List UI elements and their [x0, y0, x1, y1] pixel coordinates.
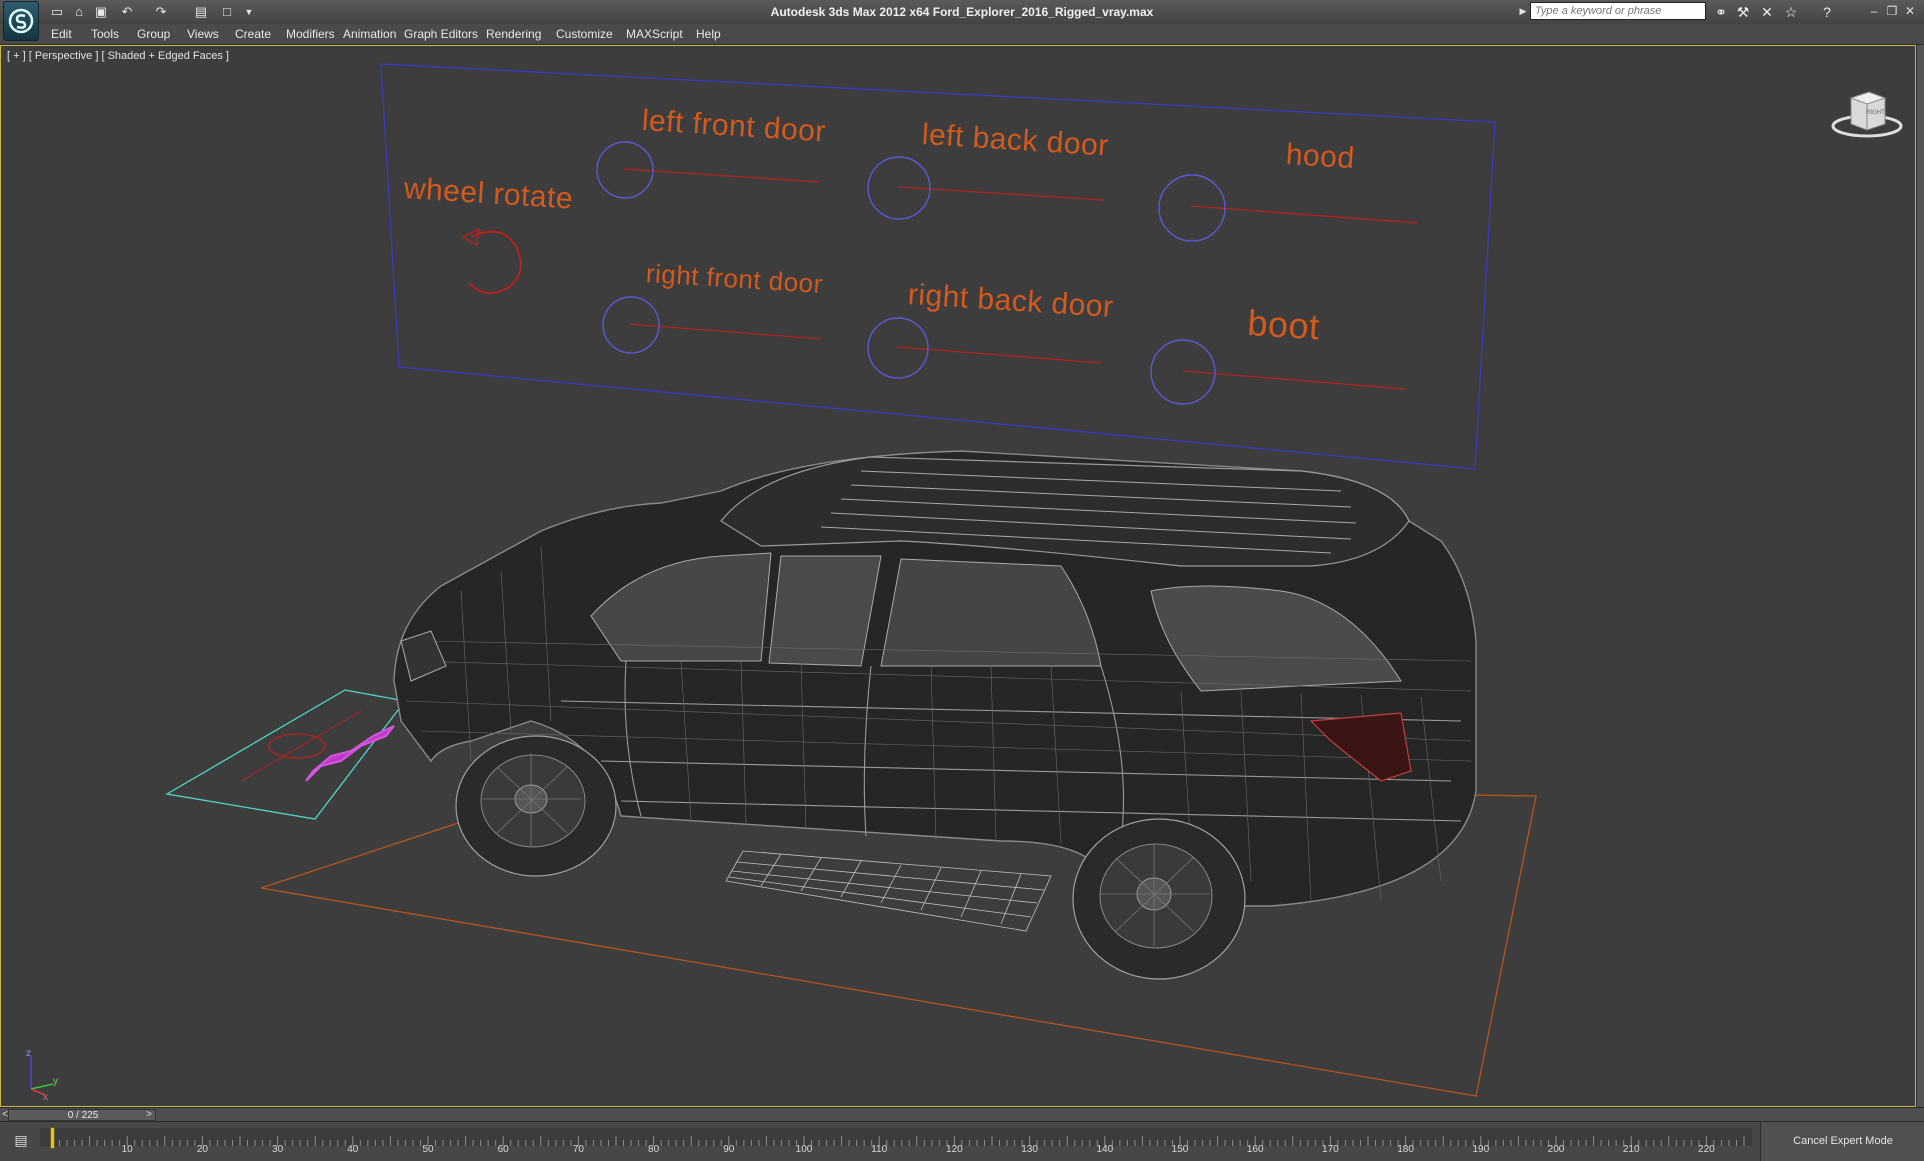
- viewport-edge-scrollbar[interactable]: [1916, 45, 1924, 1107]
- menu-edit[interactable]: Edit: [51, 24, 72, 44]
- tick-label: 110: [871, 1144, 888, 1155]
- tick-label: 90: [723, 1144, 735, 1155]
- next-frame-button[interactable]: >: [144, 1108, 154, 1121]
- new-file-icon[interactable]: ▭: [48, 3, 66, 20]
- menu-create[interactable]: Create: [235, 24, 271, 44]
- helper-circle-red: [268, 733, 326, 759]
- rotate-arrow-icon[interactable]: [468, 230, 522, 294]
- rear-wheel[interactable]: [1072, 818, 1246, 980]
- tick-label: 20: [196, 1144, 208, 1155]
- helper-axis-line: [240, 710, 362, 782]
- menu-modifiers[interactable]: Modifiers: [286, 24, 335, 44]
- status-panel: Cancel Expert Mode: [1760, 1122, 1924, 1161]
- project-folder-icon[interactable]: ▤: [192, 3, 210, 20]
- tick-label: 220: [1698, 1144, 1715, 1155]
- menu-tools[interactable]: Tools: [91, 24, 119, 44]
- tick-label: 60: [497, 1144, 509, 1155]
- frame-counter: 0 / 225: [67, 1110, 99, 1121]
- subscription-icon[interactable]: ⚒: [1734, 3, 1752, 21]
- close-icon[interactable]: ✕: [1902, 3, 1918, 19]
- tick-label: 30: [272, 1144, 284, 1155]
- tick-label: 130: [1021, 1144, 1038, 1155]
- hood-label: hood: [1284, 138, 1356, 176]
- ford-explorer-model[interactable]: [393, 450, 1477, 980]
- tick-label: 170: [1322, 1144, 1339, 1155]
- menu-bar: Edit Tools Group Views Create Modifiers …: [0, 24, 1924, 45]
- tick-label: 140: [1096, 1144, 1114, 1155]
- tick-label: 190: [1472, 1144, 1490, 1155]
- tick-label: 200: [1547, 1144, 1565, 1155]
- menu-maxscript[interactable]: MAXScript: [626, 24, 683, 44]
- perspective-viewport[interactable]: [ + ] [ Perspective ] [ Shaded + Edged F…: [0, 45, 1916, 1107]
- save-file-icon[interactable]: ▣: [92, 3, 110, 20]
- app-menu-button[interactable]: [3, 1, 39, 41]
- cancel-expert-mode-button[interactable]: Cancel Expert Mode: [1761, 1122, 1924, 1161]
- axis-y-label: y: [53, 1076, 58, 1087]
- app-logo-icon: [8, 8, 34, 34]
- viewport-label[interactable]: [ + ] [ Perspective ] [ Shaded + Edged F…: [7, 50, 229, 62]
- help-icon[interactable]: ?: [1818, 3, 1836, 21]
- time-slider-bar: < 0 / 225 >: [0, 1107, 1924, 1122]
- right-front-door-control[interactable]: [602, 296, 660, 354]
- boot-label: boot: [1246, 302, 1321, 348]
- redo-icon[interactable]: ↷: [152, 3, 170, 20]
- menu-rendering[interactable]: Rendering: [486, 24, 541, 44]
- menu-group[interactable]: Group: [137, 24, 170, 44]
- track-ticks: [51, 1136, 1745, 1146]
- tick-label: 120: [946, 1144, 963, 1155]
- tick-label: 70: [572, 1144, 584, 1155]
- playhead[interactable]: [50, 1127, 55, 1149]
- binoculars-icon[interactable]: ⚭: [1712, 3, 1730, 21]
- axis-tripod: [30, 1056, 54, 1096]
- tick-label: 100: [795, 1144, 813, 1155]
- favorites-star-icon[interactable]: ☆: [1782, 3, 1800, 21]
- menu-views[interactable]: Views: [187, 24, 219, 44]
- scene-canvas: [30, 63, 1537, 1097]
- tick-label: 180: [1397, 1144, 1414, 1155]
- tick-label: 160: [1246, 1144, 1264, 1155]
- floor-grid-helper[interactable]: [725, 850, 1052, 932]
- tick-label: 50: [422, 1144, 434, 1155]
- boot-control[interactable]: [1150, 339, 1216, 405]
- time-slider[interactable]: 0 / 225: [8, 1109, 156, 1121]
- minimize-icon[interactable]: –: [1866, 3, 1882, 19]
- track-timeline[interactable]: [40, 1128, 1752, 1146]
- menu-customize[interactable]: Customize: [556, 24, 613, 44]
- undo-icon[interactable]: ↶: [118, 3, 136, 20]
- viewport-layout-icon[interactable]: □: [218, 3, 236, 20]
- search-input[interactable]: [1530, 2, 1706, 20]
- right-back-door-control[interactable]: [867, 317, 929, 379]
- front-wheel[interactable]: [455, 735, 617, 877]
- tick-label: 10: [121, 1144, 133, 1155]
- track-bar: ▤ 10 20 30 40 50 60 70 80 90 100 110 120 130 140 150 16…: [0, 1121, 1924, 1161]
- open-file-icon[interactable]: ⌂: [70, 3, 88, 20]
- menu-graph-editors[interactable]: Graph Editors: [404, 24, 478, 44]
- axis-x-label: x: [43, 1092, 48, 1103]
- restore-icon[interactable]: ❐: [1884, 3, 1900, 19]
- quick-access-dropdown-icon[interactable]: ▼: [240, 3, 258, 20]
- axis-z-label: z: [26, 1048, 31, 1059]
- menu-animation[interactable]: Animation: [343, 24, 396, 44]
- title-bar: ▭ ⌂ ▣ ↶ ↷ ▤ □ ▼ Autodesk 3ds Max 2012 x6…: [0, 0, 1924, 41]
- tick-label: 210: [1622, 1144, 1640, 1155]
- viewcube-face-label: RIGHT: [1866, 110, 1885, 116]
- communication-icon[interactable]: ✕: [1758, 3, 1776, 21]
- tick-label: 150: [1171, 1144, 1189, 1155]
- tick-label: 80: [648, 1144, 660, 1155]
- viewcube[interactable]: RIGHT: [1829, 80, 1905, 140]
- menu-help[interactable]: Help: [696, 24, 721, 44]
- mini-curve-editor-icon[interactable]: ▤: [10, 1130, 32, 1150]
- tick-label: 40: [347, 1144, 359, 1155]
